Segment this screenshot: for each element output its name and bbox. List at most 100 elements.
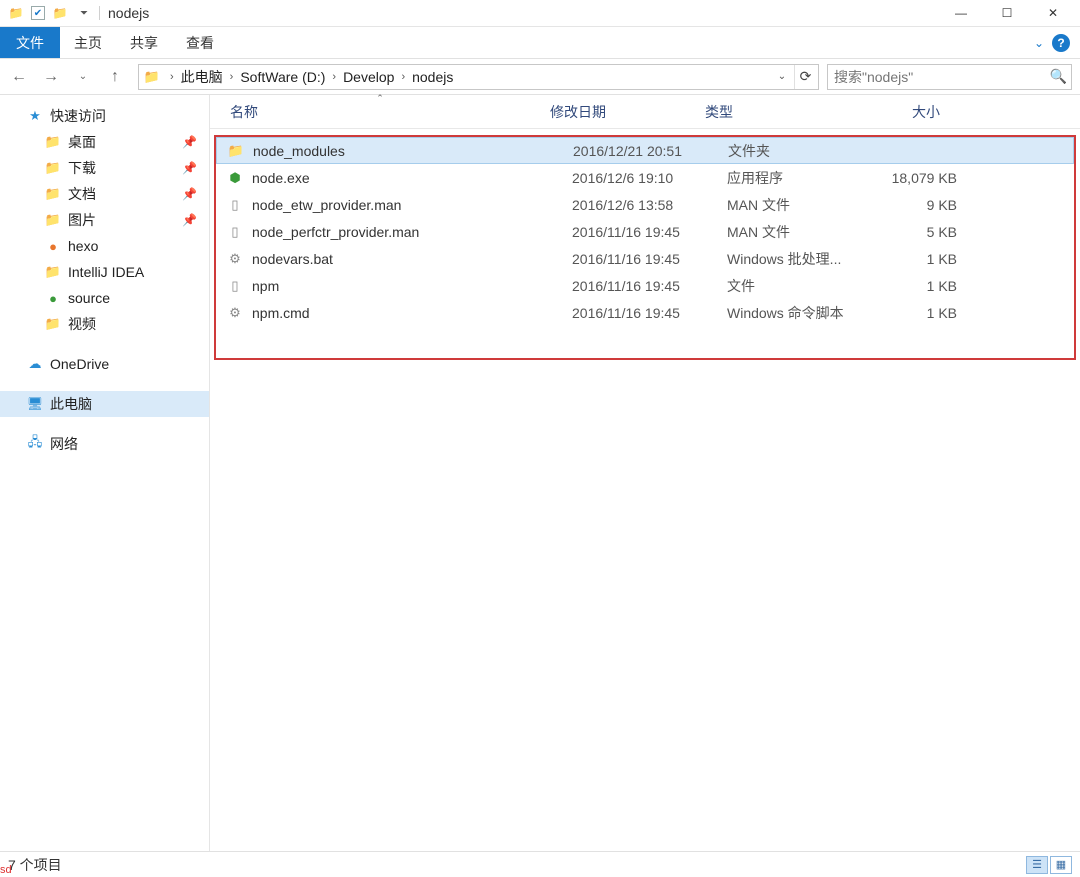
sidebar-quick-item[interactable]: 📁文档📌 [0,181,209,207]
nav-forward-button[interactable]: → [36,62,66,92]
chevron-right-icon[interactable]: › [165,71,179,83]
column-header-date[interactable]: 修改日期 [540,95,695,128]
file-date: 2016/12/21 20:51 [563,143,718,159]
sidebar-item-label: 桌面 [68,132,96,152]
file-type: MAN 文件 [717,222,867,242]
dot-icon: ● [44,291,62,306]
address-dropdown-icon[interactable]: ⌄ [772,65,792,89]
file-type: Windows 命令脚本 [717,303,867,323]
breadcrumb-develop[interactable]: Develop [341,69,396,85]
column-header-name[interactable]: ⌃ 名称 [220,95,540,128]
sidebar-quick-item[interactable]: 📁桌面📌 [0,129,209,155]
folder-icon: 📁 [225,143,247,159]
file-type: Windows 批处理... [717,249,867,269]
chevron-right-icon[interactable]: › [225,71,239,83]
close-button[interactable]: ✕ [1030,0,1076,27]
help-icon[interactable]: ? [1052,34,1070,52]
file-type: 文件夹 [718,141,868,161]
search-icon[interactable]: 🔍 [1050,68,1067,85]
chevron-right-icon[interactable]: › [396,71,410,83]
column-header-type[interactable]: 类型 [695,95,845,128]
titlebar: 📁 ✔ 📁 ⏷ nodejs — ☐ ✕ [0,0,1080,27]
sidebar-item-label: source [68,290,110,306]
file-row[interactable]: ▯npm2016/11/16 19:45文件1 KB [216,272,1074,299]
nav-up-button[interactable]: ↑ [100,62,130,92]
maximize-button[interactable]: ☐ [984,0,1030,27]
view-switcher: ☰ ▦ [1026,856,1072,874]
file-name: node_etw_provider.man [252,197,562,213]
sidebar-quick-item[interactable]: 📁IntelliJ IDEA [0,259,209,285]
star-icon: ★ [26,108,44,124]
sidebar-item-label: hexo [68,238,98,254]
tab-home[interactable]: 主页 [60,27,116,58]
file-type: 应用程序 [717,168,867,188]
file-row[interactable]: ▯node_perfctr_provider.man2016/11/16 19:… [216,218,1074,245]
address-bar[interactable]: 📁 › 此电脑 › SoftWare (D:) › Develop › node… [138,64,819,90]
pin-icon: 📌 [182,135,197,149]
sidebar-quick-item[interactable]: 📁图片📌 [0,207,209,233]
ribbon-expand-icon[interactable]: ⌄ [1034,36,1044,50]
dot-icon: ● [44,239,62,254]
file-name: npm.cmd [252,305,562,321]
file-date: 2016/11/16 19:45 [562,278,717,294]
file-size: 9 KB [867,197,967,213]
status-bar: sd 7 个项目 ☰ ▦ [0,851,1080,877]
file-row[interactable]: ▯node_etw_provider.man2016/12/6 13:58MAN… [216,191,1074,218]
file-date: 2016/12/6 13:58 [562,197,717,213]
file-type: MAN 文件 [717,195,867,215]
pin-icon: 📌 [182,213,197,227]
tab-share[interactable]: 共享 [116,27,172,58]
tab-view[interactable]: 查看 [172,27,228,58]
node-icon: ⬢ [224,170,246,186]
pin-icon: 📌 [182,187,197,201]
refresh-icon[interactable]: ⟳ [794,65,816,89]
sidebar-item-network[interactable]: 🖧 网络 [0,431,209,457]
file-name: node_modules [253,143,563,159]
file-name: nodevars.bat [252,251,562,267]
column-headers: ⌃ 名称 修改日期 类型 大小 [210,95,1080,129]
sidebar-item-this-pc[interactable]: 🖥 此电脑 [0,391,209,417]
file-row[interactable]: ⬢node.exe2016/12/6 19:10应用程序18,079 KB [216,164,1074,191]
sidebar-quick-item[interactable]: 📁视频 [0,311,209,337]
sort-ascending-icon: ⌃ [376,93,384,104]
file-size: 1 KB [867,278,967,294]
sidebar-item-label: 快速访问 [50,106,106,126]
file-tab[interactable]: 文件 [0,27,60,58]
search-box[interactable]: 🔍 [827,64,1072,90]
sidebar-quick-item[interactable]: ● source [0,285,209,311]
breadcrumb-nodejs[interactable]: nodejs [410,69,455,85]
navigation-pane: ★ 快速访问 📁桌面📌📁下载📌📁文档📌📁图片📌●hexo📁IntelliJ ID… [0,95,210,851]
column-header-size[interactable]: 大小 [845,95,950,128]
file-row[interactable]: ⚙npm.cmd2016/11/16 19:45Windows 命令脚本1 KB [216,299,1074,326]
file-row[interactable]: ⚙nodevars.bat2016/11/16 19:45Windows 批处理… [216,245,1074,272]
sidebar-item-label: OneDrive [50,356,109,372]
sidebar-quick-item[interactable]: 📁下载📌 [0,155,209,181]
watermark: sd [0,864,12,876]
view-details-icon[interactable]: ☰ [1026,856,1048,874]
sidebar-item-label: 此电脑 [50,394,92,414]
sidebar-item-onedrive[interactable]: ☁ OneDrive [0,351,209,377]
window-controls: — ☐ ✕ [938,0,1076,27]
breadcrumb-this-pc[interactable]: 此电脑 [179,67,225,87]
nav-recent-dropdown[interactable]: ⌄ [68,62,98,92]
file-size: 1 KB [867,305,967,321]
qa-overflow-icon[interactable]: ⏷ [75,4,93,22]
sidebar-item-quick-access[interactable]: ★ 快速访问 [0,103,209,129]
file-row[interactable]: 📁 node_modules2016/12/21 20:51文件夹 [216,137,1074,164]
breadcrumb-software-d[interactable]: SoftWare (D:) [238,69,327,85]
sidebar-item-label: 文档 [68,184,96,204]
search-input[interactable] [828,69,1071,85]
qa-folder-icon[interactable]: 📁 [51,4,69,22]
minimize-button[interactable]: — [938,0,984,27]
nav-back-button[interactable]: ← [4,62,34,92]
folder-icon: 📁 [44,212,62,228]
qa-checkbox-icon[interactable]: ✔ [31,6,45,20]
file-name: node_perfctr_provider.man [252,224,562,240]
view-large-icons-icon[interactable]: ▦ [1050,856,1072,874]
file-size: 5 KB [867,224,967,240]
chevron-right-icon[interactable]: › [327,71,341,83]
sidebar-quick-item[interactable]: ● hexo [0,233,209,259]
ribbon: 文件 主页 共享 查看 ⌄ ? [0,27,1080,59]
file-icon: ▯ [224,224,246,240]
file-name: node.exe [252,170,562,186]
